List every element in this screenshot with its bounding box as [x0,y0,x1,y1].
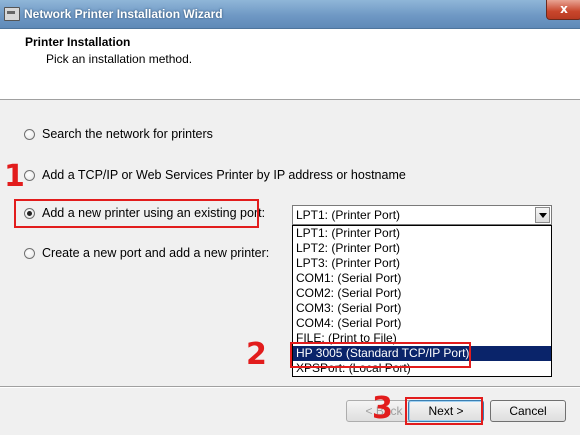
option-label: Create a new port and add a new printer: [42,246,270,260]
port-item[interactable]: COM1: (Serial Port) [293,271,551,286]
option-create-port[interactable]: Create a new port and add a new printer: [24,244,269,262]
annotation-step-2: 2 [246,337,267,372]
port-item[interactable]: LPT3: (Printer Port) [293,256,551,271]
port-item[interactable]: COM3: (Serial Port) [293,301,551,316]
dropdown-arrow-button[interactable] [535,207,550,223]
window-title: Network Printer Installation Wizard [24,7,223,21]
annotation-step-1: 1 [4,159,25,194]
radio-search-network[interactable] [24,128,35,140]
port-item[interactable]: LPT1: (Printer Port) [293,226,551,241]
option-tcpip[interactable]: Add a TCP/IP or Web Services Printer by … [24,166,406,184]
option-search-network[interactable]: Search the network for printers [24,125,213,143]
option-label: Add a TCP/IP or Web Services Printer by … [42,168,406,182]
option-label: Search the network for printers [42,127,213,141]
title-bar: Network Printer Installation Wizard x [0,0,580,29]
annotation-box-3 [405,397,483,425]
port-item[interactable]: COM4: (Serial Port) [293,316,551,331]
annotation-step-3: 3 [372,391,393,426]
cancel-button[interactable]: Cancel [490,400,566,422]
annotation-box-1 [14,199,259,228]
footer-divider [0,386,580,388]
radio-tcpip[interactable] [24,169,35,181]
port-item[interactable]: LPT2: (Printer Port) [293,241,551,256]
printer-icon [4,7,20,21]
page-title: Printer Installation [25,35,131,49]
chevron-down-icon [538,212,547,218]
close-button[interactable]: x [546,0,580,20]
annotation-box-2 [290,342,471,368]
wizard-header: Printer Installation Pick an installatio… [0,29,580,100]
port-dropdown[interactable]: LPT1: (Printer Port) [292,205,552,225]
close-icon: x [560,2,568,16]
radio-create-port[interactable] [24,247,35,259]
port-item[interactable]: COM2: (Serial Port) [293,286,551,301]
port-dropdown-value: LPT1: (Printer Port) [296,208,401,222]
page-subtitle: Pick an installation method. [46,52,193,66]
